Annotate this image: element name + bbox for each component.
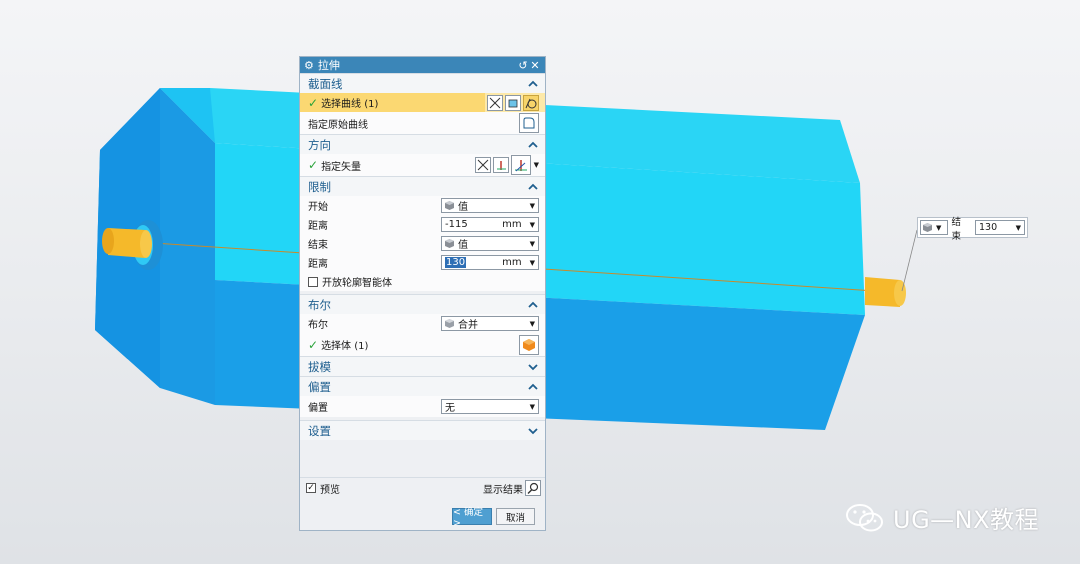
check-icon: ✓ [308,95,319,110]
specify-vector-row[interactable]: ✓ 指定矢量 ▼ [300,154,545,176]
cube-icon [445,201,454,210]
check-icon: ✓ [308,158,319,172]
vector-dialog-icon[interactable] [510,155,531,175]
right-pin-end [894,280,906,306]
distance2-label: 距离 [308,259,328,270]
boolean-label: 布尔 [308,320,328,331]
specify-vector-label: 指定矢量 [321,161,362,173]
chevron-up-icon [528,301,538,308]
distance1-label: 距离 [308,221,328,232]
offset-label: 偏置 [308,403,328,414]
chevron-up-icon [528,183,538,190]
section-header-offset[interactable]: 偏置 [300,376,545,396]
reset-icon[interactable]: ↺ [517,59,529,72]
curve-rule-icon[interactable] [487,94,503,111]
section-header-curve[interactable]: 截面线 [300,73,545,93]
section-header-draft[interactable]: 拔模 [300,356,545,376]
specify-origin-curve-row[interactable]: 指定原始曲线 [300,112,545,134]
float-end-value[interactable]: 130 ▼ [975,220,1025,235]
end-type-dropdown[interactable]: ▼ [920,220,949,235]
select-body-row[interactable]: ✓ 选择体 (1) [300,333,545,356]
search-icon[interactable] [525,480,541,496]
cube-icon [445,239,454,248]
vector-icon[interactable] [492,157,509,173]
open-profile-label: 开放轮廓智能体 [322,278,392,289]
dialog-titlebar: ⚙ 拉伸 ↺ ✕ [300,57,545,73]
end-distance-row: 距离 130 mm ▼ [300,253,545,272]
dialog-title: 拉伸 [317,59,340,72]
check-icon: ✓ [308,337,319,352]
select-body-label: 选择体 (1) [321,341,369,352]
wechat-icon [846,503,883,531]
preview-checkbox[interactable]: ✓ [306,483,316,493]
cube-icon [923,223,932,232]
specify-origin-curve-label: 指定原始曲线 [308,119,368,131]
section-header-limits[interactable]: 限制 [300,176,545,196]
watermark: UG—NX教程 [845,500,1039,535]
chevron-down-icon [528,427,538,434]
left-pin-cap [140,230,152,258]
ok-button[interactable]: < 确定 > [452,507,492,529]
chevron-down-icon[interactable]: ▼ [534,161,539,169]
end-row: 结束 值 ▼ [300,234,545,253]
chevron-down-icon: ▼ [529,258,535,267]
unite-icon [445,319,454,328]
reverse-direction-icon[interactable] [474,157,491,173]
start-distance-row: 距离 -115 mm ▼ [300,215,545,234]
end-label: 结束 [308,240,328,251]
chevron-up-icon [528,383,538,390]
chevron-up-icon [528,80,538,87]
open-profile-row[interactable]: 开放轮廓智能体 [300,272,545,291]
start-label: 开始 [308,202,328,213]
left-pin-end [102,228,114,254]
chevron-down-icon: ▼ [1015,223,1021,232]
start-type-dropdown[interactable]: 值 ▼ [441,198,539,213]
watermark-text: UG—NX教程 [893,506,1040,534]
extrude-dialog: ⚙ 拉伸 ↺ ✕ 截面线 ✓ 选择曲线 (1) 指定原始曲线 方向 ✓ 指定矢量… [299,56,546,531]
chevron-up-icon [528,141,538,148]
start-row: 开始 值 ▼ [300,196,545,215]
close-icon[interactable]: ✕ [529,59,541,72]
select-curve-row[interactable]: ✓ 选择曲线 (1) [300,93,545,112]
section-header-boolean[interactable]: 布尔 [300,294,545,314]
select-curve-label: 选择曲线 (1) [321,99,379,110]
chevron-down-icon: ▼ [529,220,535,229]
chevron-down-icon: ▼ [529,239,535,248]
chevron-down-icon: ▼ [936,223,942,232]
float-end-label: 结束 [951,216,961,242]
boolean-dropdown[interactable]: 合并 ▼ [441,316,539,331]
boolean-row: 布尔 合并 ▼ [300,314,545,333]
start-distance-field[interactable]: -115 mm ▼ [441,217,539,232]
chevron-down-icon: ▼ [529,201,535,210]
offset-dropdown[interactable]: 无 ▼ [441,399,539,414]
section-header-direction[interactable]: 方向 [300,134,545,154]
preview-label: 预览 [320,484,340,496]
sketch-section-icon[interactable] [505,94,521,111]
leader-line [901,229,918,292]
end-distance-onscreen-input: ▼ 结束 130 ▼ [917,217,1028,242]
dialog-footer: ✓ 预览 显示结果 < 确定 > 取消 [300,477,545,530]
chevron-down-icon: ▼ [529,402,535,411]
end-type-dropdown[interactable]: 值 ▼ [441,236,539,251]
chevron-down-icon: ▼ [529,319,535,328]
cancel-button[interactable]: 取消 [496,508,535,525]
curve-select-icon[interactable] [523,94,539,111]
solid-body-icon[interactable] [519,334,539,355]
origin-curve-icon[interactable] [519,113,539,133]
chevron-down-icon [528,363,538,370]
offset-row: 偏置 无 ▼ [300,396,545,417]
end-distance-field[interactable]: 130 mm ▼ [441,255,539,270]
section-header-settings[interactable]: 设置 [300,420,545,440]
open-profile-checkbox[interactable] [308,276,318,287]
gear-icon[interactable]: ⚙ [304,59,314,72]
show-result-label: 显示结果 [483,484,523,496]
